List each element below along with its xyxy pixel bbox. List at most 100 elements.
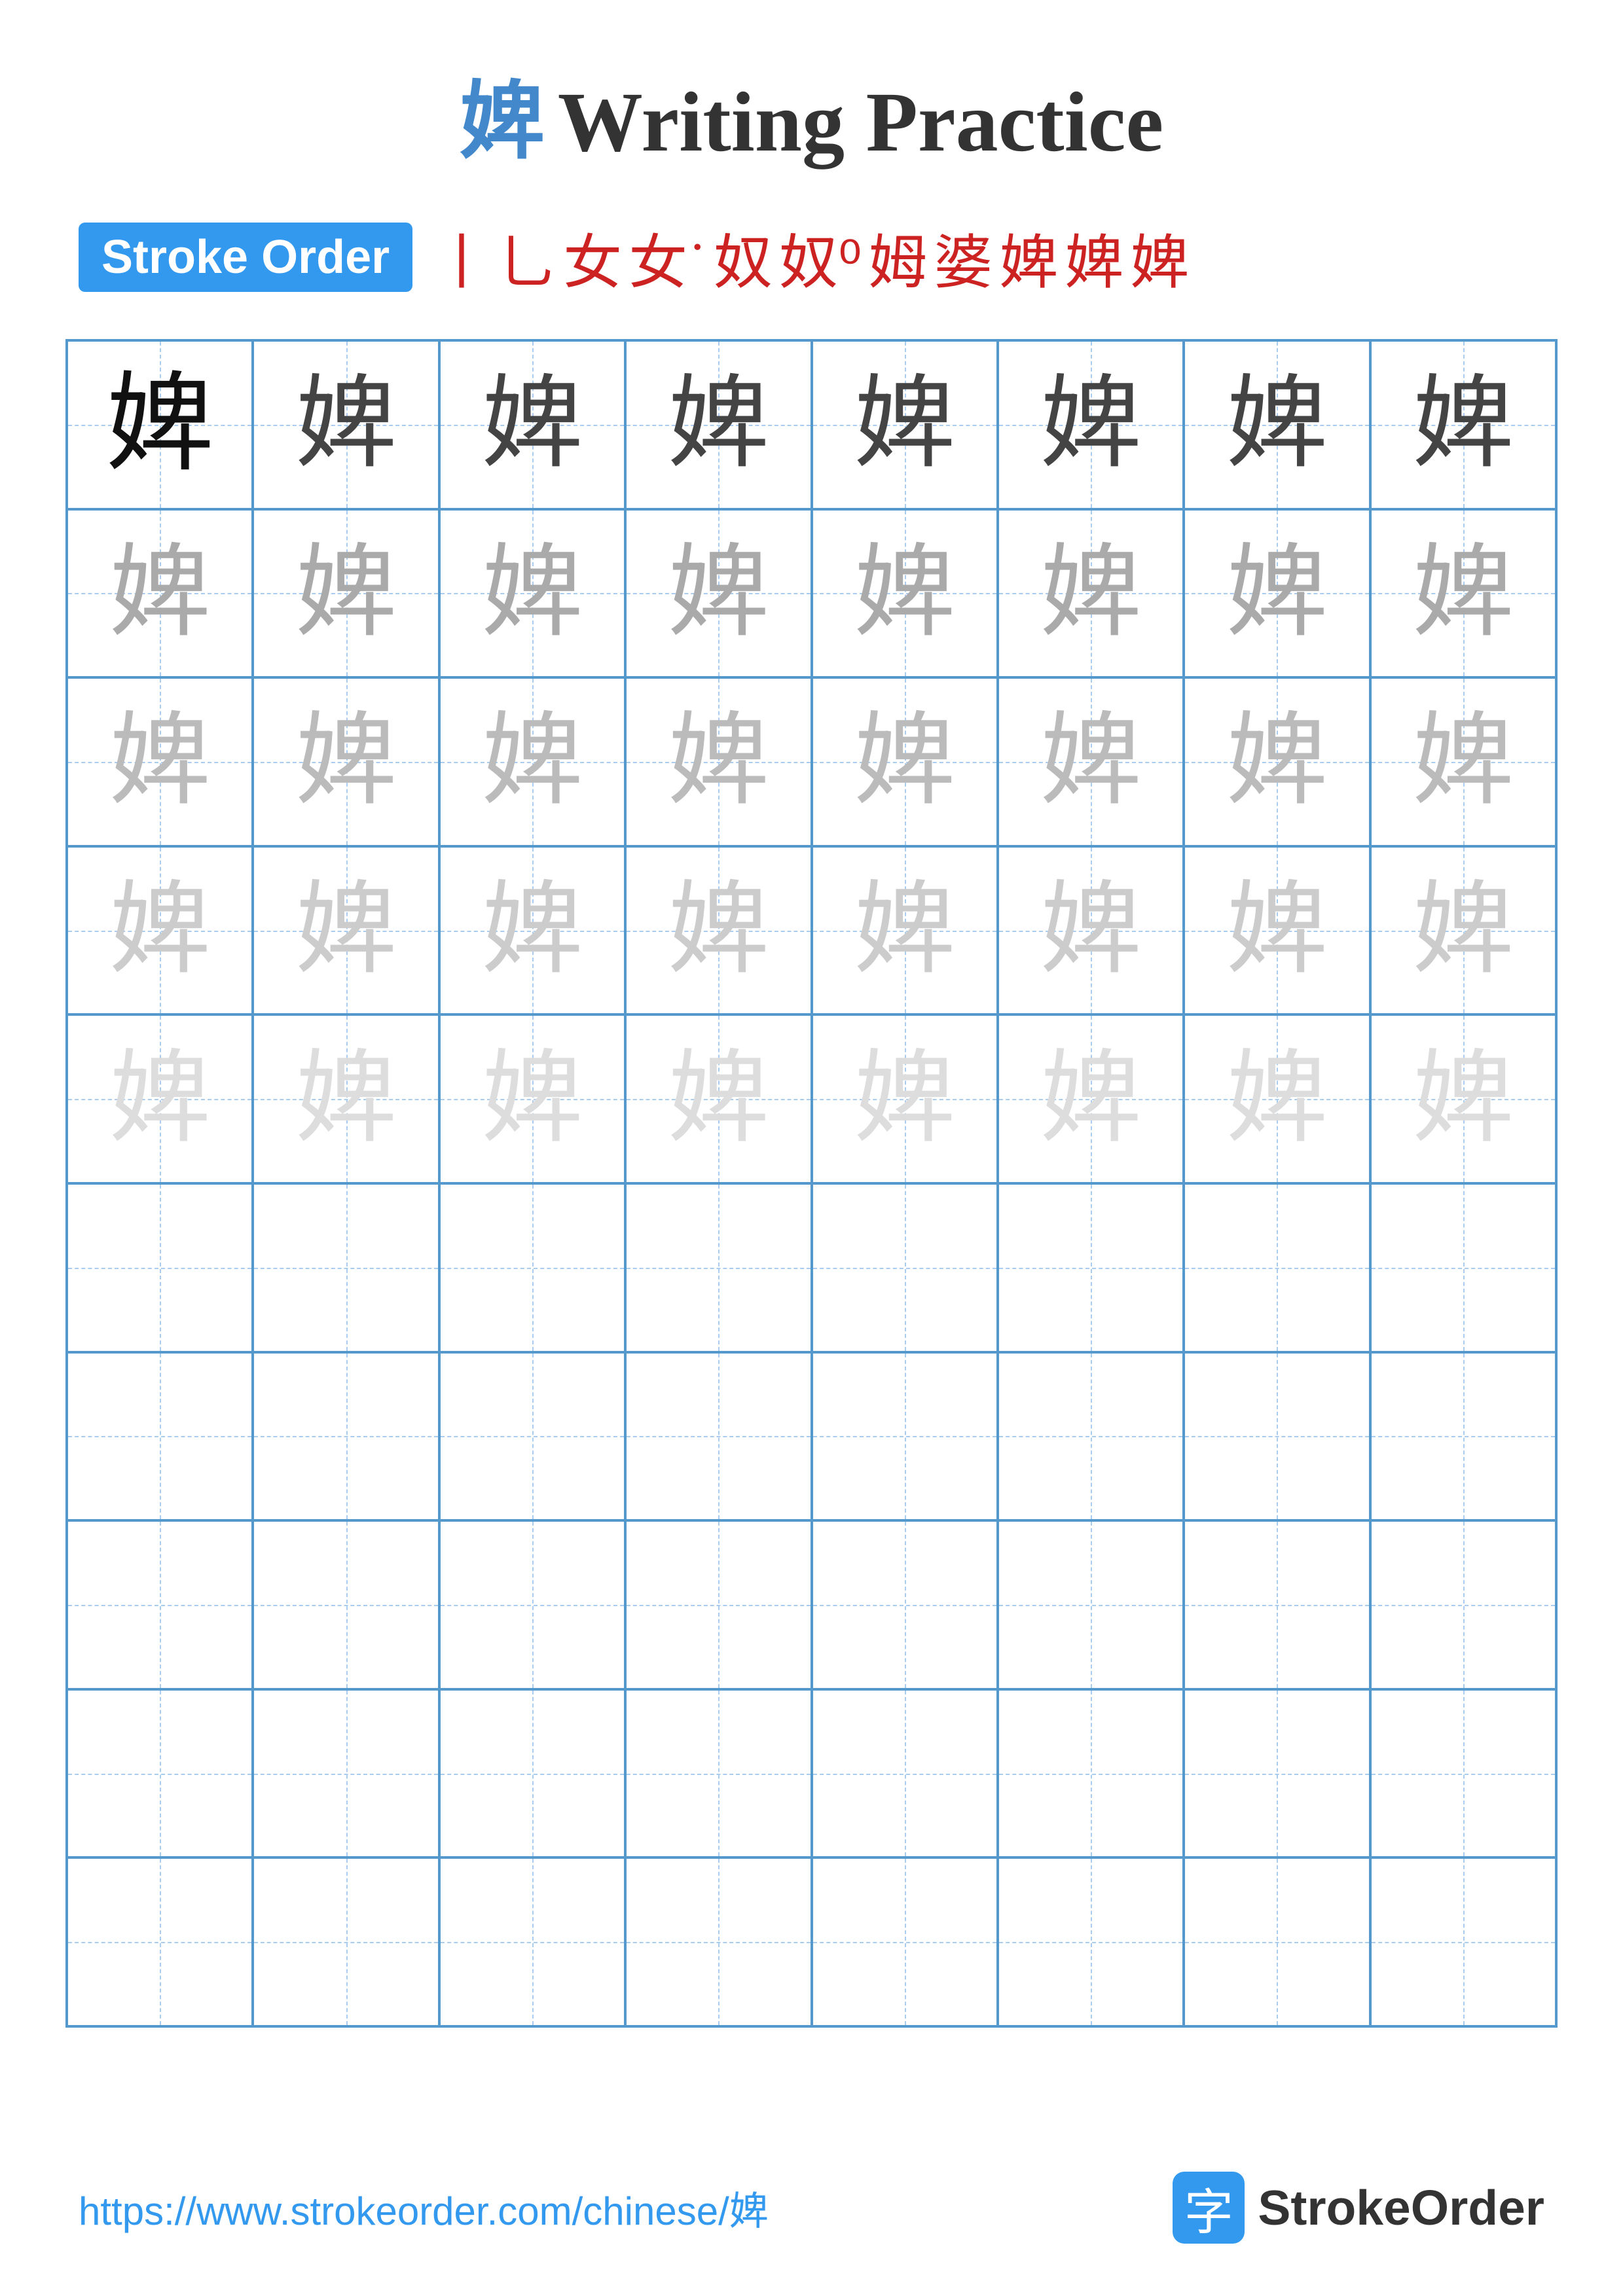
title-char: 婢 <box>460 75 545 170</box>
stroke-order-badge: Stroke Order <box>79 223 412 292</box>
grid-cell[interactable] <box>1184 1183 1370 1352</box>
stroke-char-3: 女 <box>563 215 622 300</box>
grid-cell[interactable] <box>439 1352 625 1521</box>
practice-grid: 婢婢婢婢婢婢婢婢婢婢婢婢婢婢婢婢婢婢婢婢婢婢婢婢婢婢婢婢婢婢婢婢婢婢婢婢婢婢婢婢 <box>65 339 1558 2028</box>
grid-cell[interactable]: 婢 <box>998 1014 1184 1183</box>
grid-cell[interactable]: 婢 <box>625 677 811 846</box>
grid-cell[interactable]: 婢 <box>812 846 998 1015</box>
stroke-order-chars: 丨 乚 女 女˙ 奴 奴⁰ 姆 婆 婢 婢 婢 <box>432 215 1189 300</box>
grid-cell[interactable] <box>625 1183 811 1352</box>
grid-cell[interactable]: 婢 <box>998 677 1184 846</box>
grid-cell[interactable]: 婢 <box>1184 1014 1370 1183</box>
footer-url[interactable]: https://www.strokeorder.com/chinese/婢 <box>79 2179 769 2236</box>
grid-cell[interactable]: 婢 <box>439 677 625 846</box>
grid-cell[interactable]: 婢 <box>625 846 811 1015</box>
stroke-char-8: 婆 <box>934 215 993 300</box>
grid-cell[interactable]: 婢 <box>439 1014 625 1183</box>
grid-cell[interactable]: 婢 <box>998 509 1184 678</box>
stroke-char-5: 奴 <box>714 215 773 300</box>
grid-cell[interactable] <box>439 1857 625 2026</box>
grid-cell[interactable]: 婢 <box>253 340 439 509</box>
grid-cell[interactable] <box>625 1689 811 1858</box>
grid-cell[interactable] <box>439 1520 625 1689</box>
grid-cell[interactable]: 婢 <box>625 340 811 509</box>
grid-cell[interactable]: 婢 <box>439 846 625 1015</box>
grid-cell[interactable]: 婢 <box>253 846 439 1015</box>
grid-cell[interactable]: 婢 <box>1184 509 1370 678</box>
grid-cell[interactable] <box>625 1857 811 2026</box>
grid-cell[interactable] <box>67 1520 253 1689</box>
grid-cell[interactable]: 婢 <box>1370 846 1556 1015</box>
stroke-order-section: Stroke Order 丨 乚 女 女˙ 奴 奴⁰ 姆 婆 婢 婢 婢 <box>0 215 1623 300</box>
grid-cell[interactable] <box>1370 1520 1556 1689</box>
grid-cell[interactable]: 婢 <box>1370 677 1556 846</box>
footer-brand-icon: 字 <box>1173 2172 1245 2244</box>
grid-cell[interactable]: 婢 <box>253 677 439 846</box>
grid-cell[interactable] <box>812 1857 998 2026</box>
grid-cell[interactable]: 婢 <box>812 340 998 509</box>
grid-cell[interactable]: 婢 <box>253 509 439 678</box>
grid-cell[interactable] <box>253 1520 439 1689</box>
page-title: 婢Writing Practice <box>0 0 1623 215</box>
grid-cell[interactable] <box>1370 1352 1556 1521</box>
grid-cell[interactable] <box>1184 1689 1370 1858</box>
grid-cell[interactable] <box>67 1857 253 2026</box>
grid-cell[interactable] <box>253 1352 439 1521</box>
grid-cell[interactable]: 婢 <box>67 846 253 1015</box>
grid-cell[interactable] <box>625 1520 811 1689</box>
grid-cell[interactable] <box>812 1352 998 1521</box>
grid-cell[interactable]: 婢 <box>67 340 253 509</box>
grid-cell[interactable]: 婢 <box>625 1014 811 1183</box>
grid-cell[interactable] <box>67 1689 253 1858</box>
grid-cell[interactable] <box>1184 1857 1370 2026</box>
grid-cell[interactable]: 婢 <box>1370 1014 1556 1183</box>
grid-cell[interactable] <box>439 1689 625 1858</box>
stroke-char-10: 婢 <box>1065 215 1123 300</box>
grid-cell[interactable] <box>998 1857 1184 2026</box>
grid-cell[interactable] <box>67 1352 253 1521</box>
grid-cell[interactable]: 婢 <box>67 509 253 678</box>
grid-cell[interactable]: 婢 <box>253 1014 439 1183</box>
grid-cell[interactable]: 婢 <box>812 1014 998 1183</box>
stroke-char-11: 婢 <box>1130 215 1189 300</box>
grid-cell[interactable]: 婢 <box>812 509 998 678</box>
grid-cell[interactable] <box>439 1183 625 1352</box>
grid-cell[interactable] <box>812 1689 998 1858</box>
stroke-char-4: 女˙ <box>629 215 707 300</box>
grid-cell[interactable] <box>253 1183 439 1352</box>
footer-brand-name: StrokeOrder <box>1258 2179 1544 2236</box>
grid-cell[interactable] <box>1370 1857 1556 2026</box>
grid-cell[interactable] <box>1184 1520 1370 1689</box>
grid-cell[interactable] <box>625 1352 811 1521</box>
stroke-char-6: 奴⁰ <box>779 215 862 300</box>
grid-cell[interactable]: 婢 <box>1370 340 1556 509</box>
grid-cell[interactable]: 婢 <box>439 340 625 509</box>
grid-cell[interactable]: 婢 <box>1184 677 1370 846</box>
stroke-char-2: 乚 <box>498 215 556 300</box>
grid-cell[interactable]: 婢 <box>1370 509 1556 678</box>
grid-cell[interactable]: 婢 <box>1184 340 1370 509</box>
stroke-char-7: 姆 <box>868 215 927 300</box>
grid-cell[interactable] <box>1184 1352 1370 1521</box>
grid-cell[interactable] <box>67 1183 253 1352</box>
grid-cell[interactable] <box>253 1857 439 2026</box>
stroke-char-9: 婢 <box>999 215 1058 300</box>
grid-cell[interactable] <box>998 1520 1184 1689</box>
grid-cell[interactable] <box>1370 1183 1556 1352</box>
grid-cell[interactable]: 婢 <box>439 509 625 678</box>
grid-cell[interactable] <box>998 1689 1184 1858</box>
grid-cell[interactable] <box>812 1520 998 1689</box>
grid-cell[interactable]: 婢 <box>998 340 1184 509</box>
grid-cell[interactable] <box>1370 1689 1556 1858</box>
grid-cell[interactable]: 婢 <box>625 509 811 678</box>
grid-cell[interactable]: 婢 <box>1184 846 1370 1015</box>
grid-cell[interactable]: 婢 <box>67 677 253 846</box>
grid-cell[interactable]: 婢 <box>812 677 998 846</box>
grid-cell[interactable] <box>998 1183 1184 1352</box>
grid-cell[interactable] <box>253 1689 439 1858</box>
title-text: Writing Practice <box>558 75 1163 170</box>
grid-cell[interactable]: 婢 <box>67 1014 253 1183</box>
grid-cell[interactable] <box>812 1183 998 1352</box>
grid-cell[interactable]: 婢 <box>998 846 1184 1015</box>
grid-cell[interactable] <box>998 1352 1184 1521</box>
